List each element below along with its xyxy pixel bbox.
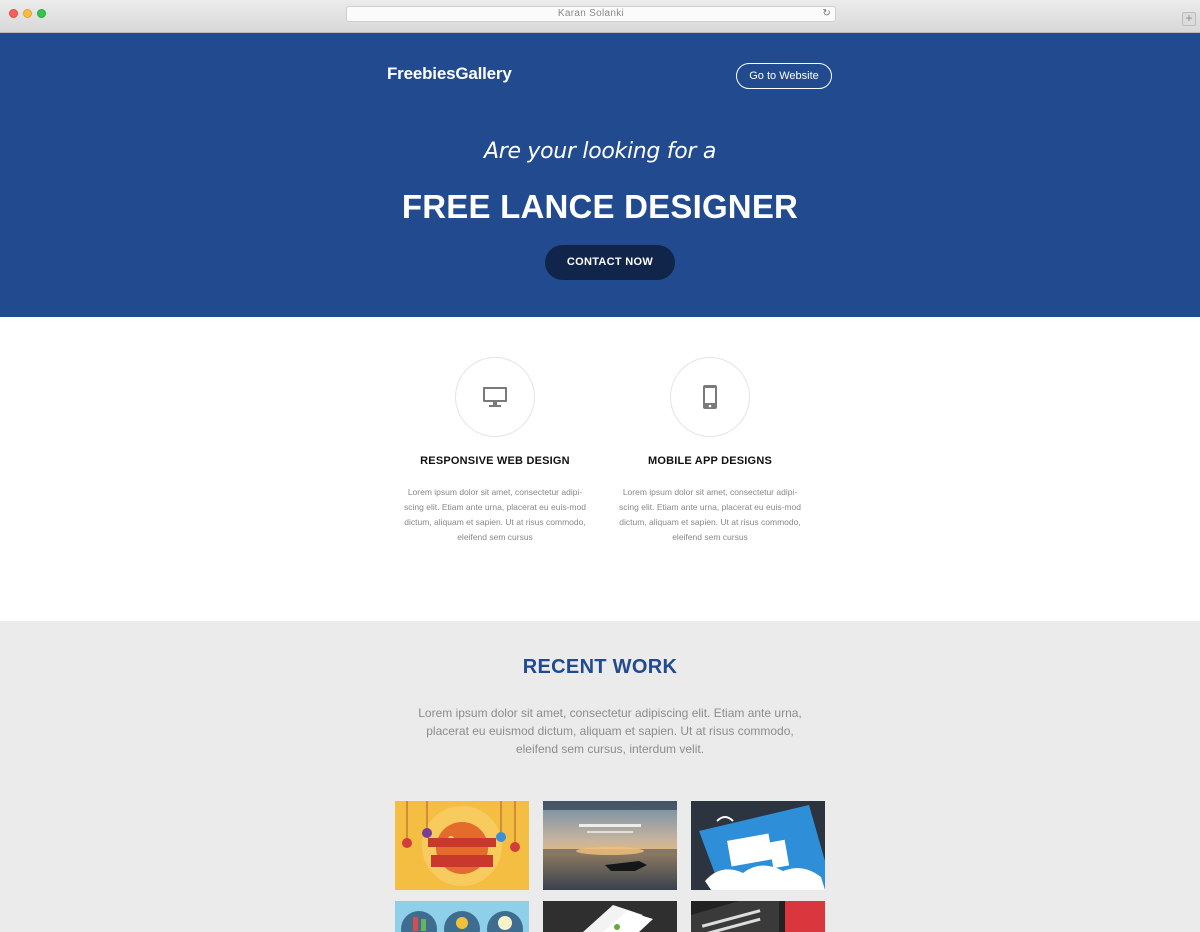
science-icons-image — [401, 911, 523, 932]
service-icon-circle — [670, 357, 750, 437]
holiday-poster-image — [402, 801, 520, 886]
portfolio-thumbnail-holiday-poster[interactable] — [395, 801, 529, 890]
cloud-devices-image — [699, 805, 825, 890]
boat-landscape-image — [543, 801, 677, 890]
zoom-window-button[interactable] — [37, 9, 46, 18]
contact-now-button[interactable]: CONTACT NOW — [545, 245, 675, 280]
service-responsive-web-design: RESPONSIVE WEB DESIGN Lorem ipsum dolor … — [395, 357, 595, 545]
address-bar-text: Karan Solanki — [557, 8, 625, 19]
portfolio-thumbnail-business-cards[interactable] — [543, 901, 677, 932]
recent-work-description: Lorem ipsum dolor sit amet, consectetur … — [418, 706, 802, 756]
recent-work-section: RECENT WORK Lorem ipsum dolor sit amet, … — [0, 621, 1200, 932]
service-title: MOBILE APP DESIGNS — [647, 455, 772, 467]
services-section: RESPONSIVE WEB DESIGN Lorem ipsum dolor … — [0, 317, 1200, 621]
monitor-icon — [483, 387, 507, 407]
site-logo[interactable]: FreebiesGallery — [387, 64, 512, 84]
service-title: RESPONSIVE WEB DESIGN — [420, 455, 570, 467]
hero-headline: FREE LANCE DESIGNER — [401, 188, 799, 225]
go-to-website-button[interactable]: Go to Website — [736, 63, 832, 89]
address-bar[interactable]: Karan Solanki ↻ — [346, 6, 836, 22]
browser-toolbar: Karan Solanki ↻ + — [0, 0, 1200, 33]
minimize-window-button[interactable] — [23, 9, 32, 18]
reload-icon[interactable]: ↻ — [822, 7, 831, 21]
service-icon-circle — [455, 357, 535, 437]
hero-tagline: Are your looking for a — [484, 139, 716, 164]
service-description: Lorem ipsum dolor sit amet, consectetur … — [404, 487, 586, 542]
plus-icon[interactable]: + — [1182, 12, 1196, 26]
poster-design-image — [691, 901, 825, 932]
portfolio-thumbnail-cloud-devices[interactable] — [691, 801, 825, 890]
recent-work-title: RECENT WORK — [522, 656, 678, 678]
service-description: Lorem ipsum dolor sit amet, consectetur … — [619, 487, 801, 542]
mobile-phone-icon — [703, 385, 717, 409]
portfolio-thumbnail-boat-landscape[interactable] — [543, 801, 677, 890]
portfolio-thumbnail-poster-design[interactable] — [691, 901, 825, 932]
business-cards-image — [583, 905, 653, 932]
service-mobile-app-designs: MOBILE APP DESIGNS Lorem ipsum dolor sit… — [610, 357, 810, 545]
hero-section: FreebiesGallery Go to Website Are your l… — [0, 33, 1200, 317]
portfolio-thumbnail-science-icons[interactable] — [395, 901, 529, 932]
close-window-button[interactable] — [9, 9, 18, 18]
